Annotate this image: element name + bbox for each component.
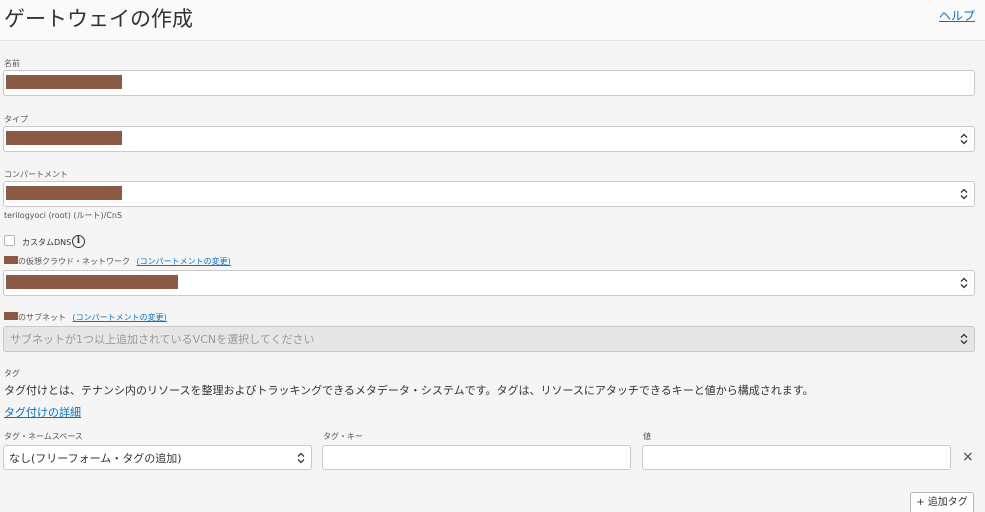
redacted-compartment-name [4,312,18,320]
vcn-label: の仮想クラウド・ネットワーク (コンパートメントの変更) [18,256,231,267]
compartment-select[interactable] [3,181,975,207]
page-header: ゲートウェイの作成 ヘルプ [0,0,985,41]
type-select[interactable] [3,126,975,152]
name-input[interactable] [3,70,975,96]
chevron-up-down-icon [960,188,968,200]
subnet-label: のサブネット (コンパートメントの変更) [18,312,167,323]
chevron-up-down-icon [960,333,968,345]
tag-namespace-label: タグ・ネームスペース [4,432,83,441]
compartment-path-hint: terilogyoci (root) (ルート)/CnS [4,211,123,220]
vcn-label-text: の仮想クラウド・ネットワーク [18,257,130,266]
redacted-value [6,131,122,145]
help-link[interactable]: ヘルプ [939,7,975,24]
compartment-label: コンパートメント [4,170,68,179]
redacted-value [6,75,122,89]
tags-details-link[interactable]: タグ付けの詳細 [4,404,81,420]
tag-key-input[interactable] [322,445,631,470]
page-title: ゲートウェイの作成 [4,7,193,31]
close-icon[interactable]: × [962,449,974,465]
tags-section-label: タグ [4,369,20,378]
tags-description: タグ付けとは、テナンシ内のリソースを整理およびトラッキングできるメタデータ・シス… [4,384,814,397]
info-icon[interactable]: i [72,235,85,248]
type-label: タイプ [4,115,28,124]
name-label: 名前 [4,59,20,68]
tag-value-input[interactable] [642,445,951,470]
redacted-value [6,186,122,200]
redacted-value [6,275,178,289]
add-tag-button[interactable]: + 追加タグ [910,492,974,512]
tag-namespace-select[interactable]: なし(フリーフォーム・タグの追加) [3,445,312,470]
chevron-up-down-icon [960,277,968,289]
tag-namespace-value: なし(フリーフォーム・タグの追加) [9,451,182,465]
subnet-change-compartment-link[interactable]: (コンパートメントの変更) [73,313,167,322]
tag-value-label: 値 [643,432,651,441]
chevron-up-down-icon [960,133,968,145]
custom-dns-label: カスタムDNS [22,238,72,247]
vcn-select[interactable] [3,270,975,296]
subnet-placeholder: サブネットが1つ以上追加されているVCNを選択してください [10,333,315,346]
tag-key-label: タグ・キー [323,432,363,441]
redacted-compartment-name [4,256,18,264]
vcn-change-compartment-link[interactable]: (コンパートメントの変更) [137,257,231,266]
subnet-select[interactable]: サブネットが1つ以上追加されているVCNを選択してください [3,326,975,352]
subnet-label-text: のサブネット [18,313,66,322]
chevron-up-down-icon [297,452,305,463]
custom-dns-checkbox[interactable] [4,235,15,246]
